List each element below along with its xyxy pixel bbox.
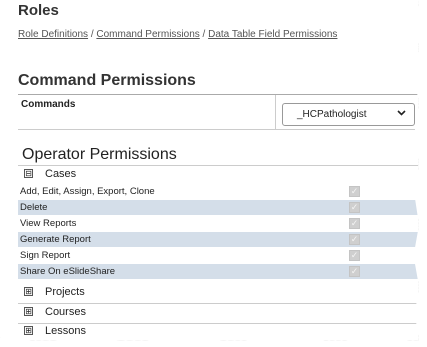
permission-label: Delete <box>20 202 48 213</box>
permission-row: Delete ✓ <box>18 200 418 215</box>
command-permissions-heading: Command Permissions <box>18 72 196 89</box>
column-divider <box>275 95 276 129</box>
role-select[interactable]: _HCPathologist <box>282 103 415 126</box>
permission-label: Add, Edit, Assign, Export, Clone <box>20 186 155 197</box>
checkbox-checked-disabled: ✓ <box>349 202 360 213</box>
checkbox-checked-disabled: ✓ <box>349 250 360 261</box>
permission-label: View Reports <box>20 218 77 229</box>
commands-table: Commands _HCPathologist <box>18 95 418 130</box>
breadcrumb-role-definitions-link[interactable]: Role Definitions <box>18 29 88 40</box>
group-label: Courses <box>45 306 86 318</box>
commands-column-label: Commands <box>21 99 76 110</box>
permission-row: Sign Report ✓ <box>18 248 418 263</box>
role-select-value: _HCPathologist <box>297 109 367 120</box>
group-row-courses[interactable]: ⊞ Courses <box>18 304 418 324</box>
expand-icon[interactable]: ⊞ <box>24 287 33 296</box>
group-row-lessons[interactable]: ⊞ Lessons <box>18 323 418 341</box>
collapse-icon[interactable]: ⊟ <box>24 169 33 178</box>
group-label: Projects <box>45 286 85 298</box>
checkbox-checked-disabled: ✓ <box>349 186 360 197</box>
expand-icon[interactable]: ⊞ <box>24 307 33 316</box>
operator-permissions-heading: Operator Permissions <box>22 146 177 163</box>
group-row-cases[interactable]: ⊟ Cases <box>18 166 418 185</box>
breadcrumb-separator: / <box>90 29 94 40</box>
permission-row: View Reports ✓ <box>18 216 418 231</box>
permission-row: Add, Edit, Assign, Export, Clone ✓ <box>18 184 418 199</box>
breadcrumb-command-permissions-link[interactable]: Command Permissions <box>96 29 199 40</box>
permission-label: Share On eSlideShare <box>20 266 116 277</box>
checkbox-checked-disabled: ✓ <box>349 266 360 277</box>
checkbox-checked-disabled: ✓ <box>349 218 360 229</box>
permission-row: Share On eSlideShare ✓ <box>18 264 418 279</box>
roles-panel: Roles Role Definitions / Command Permiss… <box>0 0 419 341</box>
group-label: Cases <box>45 168 77 180</box>
breadcrumb: Role Definitions / Command Permissions /… <box>18 29 337 40</box>
breadcrumb-separator: / <box>202 29 206 40</box>
checkbox-checked-disabled: ✓ <box>349 234 360 245</box>
page-title: Roles <box>18 2 59 19</box>
permission-label: Sign Report <box>20 250 71 261</box>
permission-row: Generate Report ✓ <box>18 232 418 247</box>
group-row-projects[interactable]: ⊞ Projects <box>18 284 418 304</box>
permission-label: Generate Report <box>20 234 91 245</box>
chevron-down-icon <box>397 108 406 120</box>
group-label: Lessons <box>45 325 86 337</box>
breadcrumb-data-table-field-permissions-link[interactable]: Data Table Field Permissions <box>208 29 337 40</box>
expand-icon[interactable]: ⊞ <box>24 326 33 335</box>
